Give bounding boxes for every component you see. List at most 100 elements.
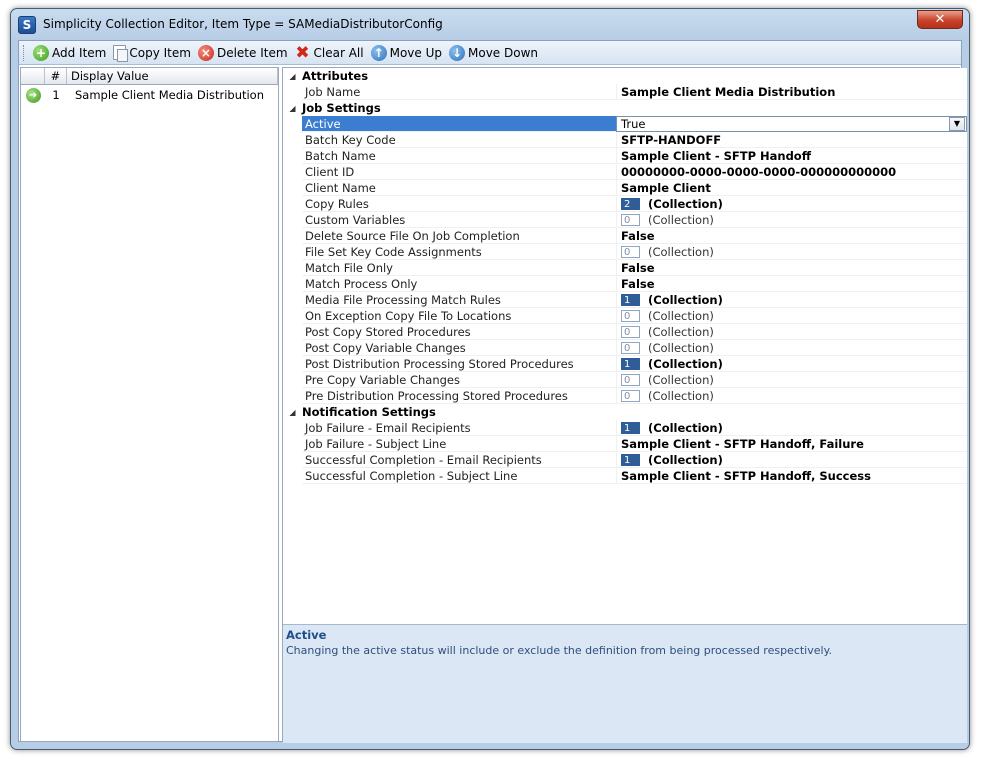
current-row-arrow-icon: ➔: [25, 87, 41, 103]
property-row-job-failure-subject[interactable]: Job Failure - Subject Line Sample Client…: [283, 436, 967, 452]
row-margin: [283, 164, 302, 180]
property-row-copy-rules[interactable]: Copy Rules 2 (Collection): [283, 196, 967, 212]
property-value[interactable]: False: [616, 276, 967, 292]
close-button[interactable]: ✕: [917, 10, 963, 29]
property-value[interactable]: 0 (Collection): [616, 212, 967, 228]
property-row-success-subject[interactable]: Successful Completion - Subject Line Sam…: [283, 468, 967, 484]
add-item-button[interactable]: + Add Item: [30, 43, 109, 63]
property-row-match-process-only[interactable]: Match Process Only False: [283, 276, 967, 292]
property-name: Post Distribution Processing Stored Proc…: [302, 356, 616, 372]
collapse-triangle-icon[interactable]: ◢: [283, 72, 302, 81]
property-row-batch-name[interactable]: Batch Name Sample Client - SFTP Handoff: [283, 148, 967, 164]
row-margin: [283, 436, 302, 452]
move-up-button[interactable]: ↑ Move Up: [368, 43, 445, 63]
property-value[interactable]: 1 (Collection): [616, 356, 967, 372]
header-icon-column[interactable]: [21, 68, 45, 84]
clear-all-button[interactable]: ✖ Clear All: [292, 43, 367, 63]
copy-item-button[interactable]: Copy Item: [110, 43, 194, 63]
property-name: Post Copy Variable Changes: [302, 340, 616, 356]
row-margin: [283, 276, 302, 292]
property-grid: ◢ Attributes Job Name Sample Client Medi…: [283, 68, 967, 624]
property-pane: ◢ Attributes Job Name Sample Client Medi…: [282, 67, 967, 743]
property-row-post-copy-var[interactable]: Post Copy Variable Changes 0 (Collection…: [283, 340, 967, 356]
property-row-on-exception-copy[interactable]: On Exception Copy File To Locations 0 (C…: [283, 308, 967, 324]
collection-text: (Collection): [648, 372, 714, 387]
delete-item-button[interactable]: × Delete Item: [195, 43, 291, 63]
property-value[interactable]: 1 (Collection): [616, 292, 967, 308]
property-value[interactable]: 0 (Collection): [616, 308, 967, 324]
property-value[interactable]: 0 (Collection): [616, 340, 967, 356]
grid-header: # Display Value: [21, 68, 278, 85]
table-row[interactable]: ➔ 1 Sample Client Media Distribution: [21, 85, 278, 105]
header-display-value[interactable]: Display Value: [67, 68, 278, 84]
property-value[interactable]: 0 (Collection): [616, 324, 967, 340]
property-name: Successful Completion - Subject Line: [302, 468, 616, 484]
row-margin: [283, 324, 302, 340]
property-value[interactable]: Sample Client - SFTP Handoff, Success: [616, 468, 967, 484]
property-value[interactable]: 00000000-0000-0000-0000-000000000000: [616, 164, 967, 180]
property-row-match-file-only[interactable]: Match File Only False: [283, 260, 967, 276]
collection-text: (Collection): [648, 388, 714, 403]
move-down-button[interactable]: ↓ Move Down: [446, 43, 541, 63]
property-value[interactable]: 2 (Collection): [616, 196, 967, 212]
property-row-job-failure-email[interactable]: Job Failure - Email Recipients 1 (Collec…: [283, 420, 967, 436]
category-notification-settings[interactable]: ◢ Notification Settings: [283, 404, 967, 420]
arrow-down-icon: ↓: [449, 44, 465, 61]
active-value-dropdown[interactable]: True ▼: [616, 116, 967, 132]
collapse-triangle-icon[interactable]: ◢: [283, 104, 302, 113]
property-row-pre-copy-var[interactable]: Pre Copy Variable Changes 0 (Collection): [283, 372, 967, 388]
row-margin: [283, 84, 302, 100]
collection-text: (Collection): [648, 244, 714, 259]
dropdown-arrow-icon[interactable]: ▼: [949, 117, 965, 131]
property-row-success-email[interactable]: Successful Completion - Email Recipients…: [283, 452, 967, 468]
property-value[interactable]: 0 (Collection): [616, 388, 967, 404]
row-margin: [283, 340, 302, 356]
property-row-pre-dist-sp[interactable]: Pre Distribution Processing Stored Proce…: [283, 388, 967, 404]
collection-text: (Collection): [648, 308, 714, 323]
arrow-up-icon: ↑: [370, 44, 387, 61]
property-row-file-set-key[interactable]: File Set Key Code Assignments 0 (Collect…: [283, 244, 967, 260]
property-value[interactable]: False: [616, 260, 967, 276]
property-row-delete-source[interactable]: Delete Source File On Job Completion Fal…: [283, 228, 967, 244]
category-attributes[interactable]: ◢ Attributes: [283, 68, 967, 84]
collapse-triangle-icon[interactable]: ◢: [283, 408, 302, 417]
property-value[interactable]: Sample Client: [616, 180, 967, 196]
row-margin: [283, 308, 302, 324]
row-margin: [283, 132, 302, 148]
property-row-post-dist-sp[interactable]: Post Distribution Processing Stored Proc…: [283, 356, 967, 372]
delete-item-label: Delete Item: [216, 45, 288, 60]
row-margin: [283, 292, 302, 308]
collection-text: (Collection): [648, 292, 723, 307]
property-row-client-id[interactable]: Client ID 00000000-0000-0000-0000-000000…: [283, 164, 967, 180]
category-label: Attributes: [302, 69, 369, 83]
property-value[interactable]: Sample Client - SFTP Handoff, Failure: [616, 436, 967, 452]
row-margin: [283, 116, 302, 132]
property-row-job-name[interactable]: Job Name Sample Client Media Distributio…: [283, 84, 967, 100]
property-name: Job Failure - Email Recipients: [302, 420, 616, 436]
property-value[interactable]: Sample Client - SFTP Handoff: [616, 148, 967, 164]
property-value[interactable]: 1 (Collection): [616, 452, 967, 468]
property-value[interactable]: 0 (Collection): [616, 244, 967, 260]
collection-text: (Collection): [648, 212, 714, 227]
property-value[interactable]: SFTP-HANDOFF: [616, 132, 967, 148]
property-value[interactable]: 1 (Collection): [616, 420, 967, 436]
toolbar-grip[interactable]: [23, 44, 26, 61]
category-job-settings[interactable]: ◢ Job Settings: [283, 100, 967, 116]
property-row-post-copy-sp[interactable]: Post Copy Stored Procedures 0 (Collectio…: [283, 324, 967, 340]
category-label: Job Settings: [302, 101, 381, 115]
property-value[interactable]: False: [616, 228, 967, 244]
clear-x-icon: ✖: [295, 42, 310, 63]
property-row-active[interactable]: Active True ▼: [283, 116, 967, 132]
header-number[interactable]: #: [45, 68, 67, 84]
property-row-media-match-rules[interactable]: Media File Processing Match Rules 1 (Col…: [283, 292, 967, 308]
row-number: 1: [52, 88, 60, 102]
property-row-batch-key-code[interactable]: Batch Key Code SFTP-HANDOFF: [283, 132, 967, 148]
property-row-client-name[interactable]: Client Name Sample Client: [283, 180, 967, 196]
row-margin: [283, 148, 302, 164]
property-value[interactable]: Sample Client Media Distribution: [616, 84, 967, 100]
property-row-custom-variables[interactable]: Custom Variables 0 (Collection): [283, 212, 967, 228]
title-bar: S Simplicity Collection Editor, Item Typ…: [11, 9, 969, 40]
property-value[interactable]: 0 (Collection): [616, 372, 967, 388]
row-margin: [283, 228, 302, 244]
copy-item-label: Copy Item: [129, 45, 191, 60]
